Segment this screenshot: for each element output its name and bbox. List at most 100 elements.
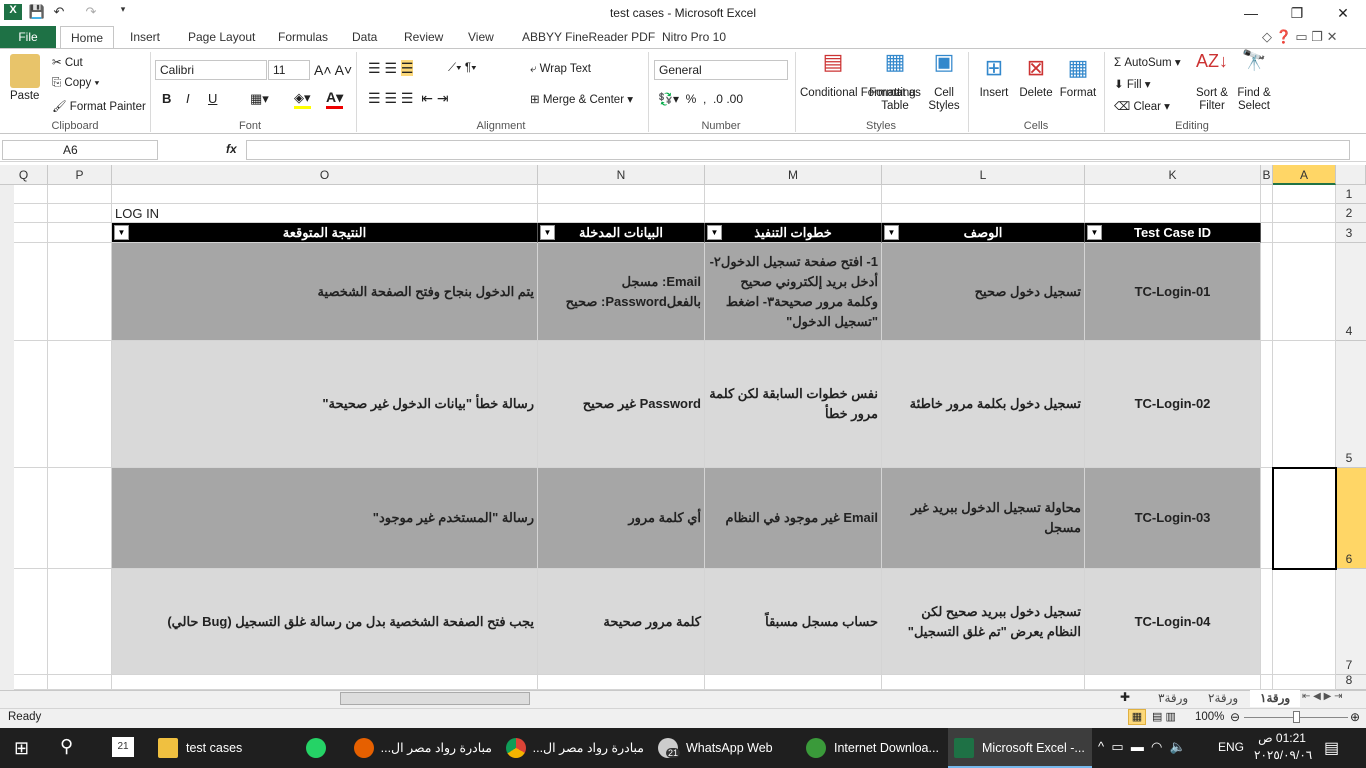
row-header-1[interactable]: 1 <box>1336 185 1366 204</box>
taskbar-item-idm[interactable]: Internet Downloa... <box>800 728 944 768</box>
table-cell[interactable]: Email: مسجل بالفعلPassword: صحيح <box>538 243 705 341</box>
table-cell[interactable]: يجب فتح الصفحة الشخصية بدل من رسالة غلق … <box>112 569 538 675</box>
empty-cell[interactable] <box>1085 185 1261 204</box>
column-header-o[interactable]: O <box>112 165 538 185</box>
table-cell[interactable]: Email غير موجود في النظام <box>705 468 882 569</box>
insert-cells-button[interactable]: ⊞ Insert <box>974 55 1014 99</box>
vertical-align-icons[interactable]: ☰ ☰ ☰ <box>368 60 414 77</box>
empty-cell[interactable] <box>48 204 112 223</box>
fill-button[interactable]: ⬇ Fill ▾ <box>1114 77 1151 91</box>
wrap-text-button[interactable]: ⤶ Wrap Text <box>530 63 591 76</box>
log-in-title-cell[interactable]: LOG IN <box>112 204 312 223</box>
clear-button[interactable]: ⌫ Clear ▾ <box>1114 99 1170 113</box>
table-cell[interactable]: تسجيل دخول بكلمة مرور خاطئة <box>882 341 1085 468</box>
tab-formulas[interactable]: Formulas <box>270 26 336 48</box>
tab-home[interactable]: Home <box>60 26 114 48</box>
font-color-icon[interactable]: A▾ <box>326 89 344 109</box>
filter-dropdown-icon[interactable]: ▼ <box>540 225 555 240</box>
fx-icon[interactable]: fx <box>226 142 237 156</box>
formula-input[interactable] <box>246 140 1350 160</box>
bold-button[interactable]: B <box>162 91 171 106</box>
empty-cell[interactable] <box>882 675 1085 690</box>
table-cell[interactable]: تسجيل دخول صحيح <box>882 243 1085 341</box>
empty-cell[interactable] <box>1261 204 1273 223</box>
tab-nitro[interactable]: Nitro Pro 10 <box>654 26 734 48</box>
empty-cell[interactable] <box>705 185 882 204</box>
table-cell[interactable]: تسجيل دخول ببريد صحيح لكن النظام يعرض "ت… <box>882 569 1085 675</box>
zoom-in-icon[interactable]: ⊕ <box>1350 710 1360 724</box>
empty-cell[interactable] <box>48 468 112 569</box>
tab-data[interactable]: Data <box>344 26 385 48</box>
empty-cell[interactable] <box>1273 675 1336 690</box>
empty-cell[interactable] <box>1273 243 1336 341</box>
italic-button[interactable]: I <box>186 91 190 106</box>
column-header-l[interactable]: L <box>882 165 1085 185</box>
clock-date[interactable]: ٢٠٢٥/٠٩/٠٦ <box>1254 748 1312 762</box>
search-icon[interactable]: ⚲ <box>60 736 73 757</box>
normal-view-icon[interactable]: ▦ <box>1128 709 1146 725</box>
restore-button[interactable]: ❐ <box>1274 0 1320 26</box>
table-cell[interactable]: رسالة خطأ "بيانات الدخول غير صحيحة" <box>112 341 538 468</box>
table-cell[interactable]: يتم الدخول بنجاح وفتح الصفحة الشخصية <box>112 243 538 341</box>
table-header-cell[interactable]: ▼ البيانات المدخلة <box>538 223 705 243</box>
table-cell[interactable]: 1- افتح صفحة تسجيل الدخول٢- أدخل بريد إل… <box>705 243 882 341</box>
column-header-b[interactable]: B <box>1261 165 1273 185</box>
empty-cell[interactable] <box>538 204 705 223</box>
sheet-nav-arrows[interactable]: ⇤ ◀ ▶ ⇥ <box>1302 691 1342 702</box>
filter-dropdown-icon[interactable]: ▼ <box>1087 225 1102 240</box>
column-header-n[interactable]: N <box>538 165 705 185</box>
filter-dropdown-icon[interactable]: ▼ <box>884 225 899 240</box>
worksheet-grid[interactable]: A B K L M N O P Q 1 2 3 4 5 6 7 8 LOG IN ▼ Test Case ID ▼ الو… <box>0 165 1366 690</box>
tab-page-layout[interactable]: Page Layout <box>180 26 263 48</box>
table-cell[interactable]: أي كلمة مرور <box>538 468 705 569</box>
delete-cells-button[interactable]: ⊠ Delete <box>1016 55 1056 99</box>
empty-cell[interactable] <box>1261 569 1273 675</box>
name-box[interactable]: A6 <box>2 140 158 160</box>
taskbar-item-test-cases[interactable]: test cases <box>152 728 292 768</box>
column-header-k[interactable]: K <box>1085 165 1261 185</box>
empty-cell[interactable] <box>48 341 112 468</box>
empty-cell[interactable] <box>1273 185 1336 204</box>
empty-cell[interactable] <box>1261 185 1273 204</box>
table-header-cell[interactable]: ▼ النتيجة المتوقعة <box>112 223 538 243</box>
empty-cell[interactable] <box>705 675 882 690</box>
horizontal-align-icons[interactable]: ☰ ☰ ☰ ⇤ ⇥ <box>368 90 449 107</box>
row-header-5[interactable]: 5 <box>1336 341 1366 468</box>
format-as-table-button[interactable]: ▦ Format as Table <box>868 51 922 113</box>
taskbar-item-excel[interactable]: Microsoft Excel -... <box>948 728 1092 768</box>
table-cell[interactable]: نفس خطوات السابقة لكن كلمة مرور خطأ <box>705 341 882 468</box>
column-header-m[interactable]: M <box>705 165 882 185</box>
clock-time[interactable]: 01:21 ص <box>1254 731 1310 745</box>
find-select-button[interactable]: 🔭 Find & Select <box>1234 51 1274 113</box>
select-all-corner[interactable] <box>1336 165 1366 185</box>
tab-abbyy[interactable]: ABBYY FineReader PDF <box>514 26 663 48</box>
ribbon-options-icons[interactable]: ◇ ❓ ▭ ❐ ✕ <box>1262 29 1337 45</box>
tab-file[interactable]: File <box>0 26 56 48</box>
cut-button[interactable]: ✂ Cut <box>52 55 83 69</box>
page-view-icons[interactable]: ▤ ▥ <box>1152 710 1176 723</box>
windows-start-icon[interactable]: ⊞ <box>14 738 29 759</box>
empty-cell[interactable] <box>538 185 705 204</box>
empty-cell[interactable] <box>48 223 112 243</box>
empty-cell[interactable] <box>48 185 112 204</box>
taskbar-item-whatsapp[interactable] <box>300 728 344 768</box>
column-header-q[interactable]: Q <box>0 165 48 185</box>
table-cell[interactable]: محاولة تسجيل الدخول ببريد غير مسجل <box>882 468 1085 569</box>
system-tray-icons[interactable]: ^ ▭ ▬ ◠ 🔈 <box>1098 739 1186 755</box>
empty-cell[interactable] <box>1261 243 1273 341</box>
sheet-tab-1[interactable]: ورقة١ <box>1250 690 1301 707</box>
cell-styles-button[interactable]: ▣ Cell Styles <box>922 51 966 113</box>
notifications-icon[interactable]: ▤ <box>1324 738 1339 758</box>
number-format-icons[interactable]: 💱▾ % , .0 .00 <box>658 92 743 106</box>
tab-review[interactable]: Review <box>396 26 451 48</box>
table-cell[interactable]: كلمة مرور صحيحة <box>538 569 705 675</box>
paste-icon[interactable] <box>10 54 40 88</box>
calendar-app-icon[interactable]: 21 <box>112 737 134 757</box>
empty-cell[interactable] <box>48 569 112 675</box>
table-header-cell[interactable]: ▼ خطوات التنفيذ <box>705 223 882 243</box>
column-header-a[interactable]: A <box>1273 165 1336 185</box>
conditional-formatting-button[interactable]: ▤ Conditional Formatting <box>800 51 916 100</box>
zoom-slider-thumb[interactable] <box>1293 711 1300 723</box>
tab-view[interactable]: View <box>460 26 502 48</box>
vertical-scrollbar[interactable] <box>0 185 14 690</box>
